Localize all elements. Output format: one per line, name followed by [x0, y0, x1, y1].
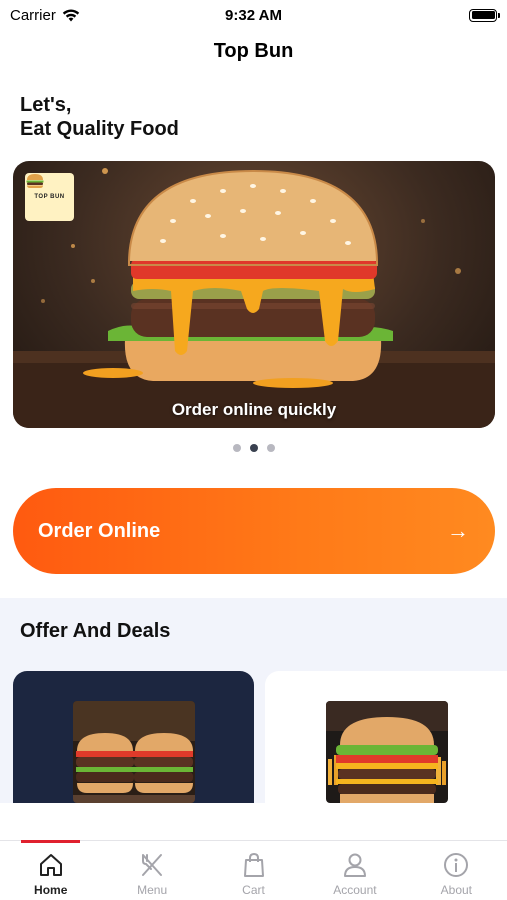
tab-label: Cart — [242, 883, 265, 897]
headline: Let's, Eat Quality Food — [20, 93, 179, 141]
hero-banner[interactable]: TOP BUN Order online quickly — [13, 161, 495, 428]
tab-account[interactable]: Account — [304, 841, 405, 900]
battery-icon — [469, 8, 500, 22]
tab-label: Account — [333, 883, 377, 897]
person-icon — [341, 851, 369, 879]
tab-label: Menu — [137, 883, 168, 897]
offers-section: Offer And Deals — [0, 598, 507, 803]
headline-line-2: Eat Quality Food — [20, 118, 179, 140]
fork-knife-icon — [138, 851, 166, 879]
offer-card[interactable] — [265, 671, 507, 803]
tab-home[interactable]: Home — [0, 840, 101, 900]
tab-label: About — [440, 883, 472, 897]
offers-title: Offer And Deals — [20, 620, 171, 642]
burger-logo-icon — [26, 174, 44, 188]
logo-text: TOP BUN — [34, 194, 65, 200]
page-title: Top Bun — [213, 40, 294, 62]
carousel-dot-active[interactable] — [249, 444, 258, 452]
headline-line-1: Let's, — [20, 94, 72, 116]
tab-about[interactable]: About — [406, 841, 507, 900]
carousel-dot[interactable] — [232, 444, 241, 452]
status-bar: Carrier 9:32 AM — [0, 0, 507, 30]
arrow-right-icon: → — [447, 518, 469, 543]
double-burger-image — [73, 701, 195, 803]
cheeseburger-image — [326, 701, 448, 803]
order-online-label: Order Online — [38, 519, 161, 542]
tab-bar: Home Menu Cart Account About — [0, 840, 507, 900]
tab-menu[interactable]: Menu — [101, 841, 202, 900]
carrier-label: Carrier — [10, 6, 56, 24]
status-left: Carrier — [10, 7, 80, 24]
carousel-dot[interactable] — [266, 444, 275, 452]
wifi-icon — [62, 9, 80, 21]
offer-card[interactable] — [13, 671, 254, 803]
shopping-bag-icon — [240, 851, 268, 879]
brand-logo: TOP BUN — [25, 173, 74, 221]
carousel-page-indicator[interactable] — [0, 444, 507, 452]
tab-cart[interactable]: Cart — [203, 841, 304, 900]
hero-burger-image — [13, 168, 495, 428]
tab-label: Home — [34, 883, 68, 897]
hero-caption: Order online quickly — [171, 400, 337, 419]
home-icon — [37, 851, 65, 879]
order-online-button[interactable]: Order Online → — [13, 488, 495, 574]
offer-image — [73, 701, 195, 803]
info-icon — [442, 851, 470, 879]
offer-image — [326, 701, 448, 803]
